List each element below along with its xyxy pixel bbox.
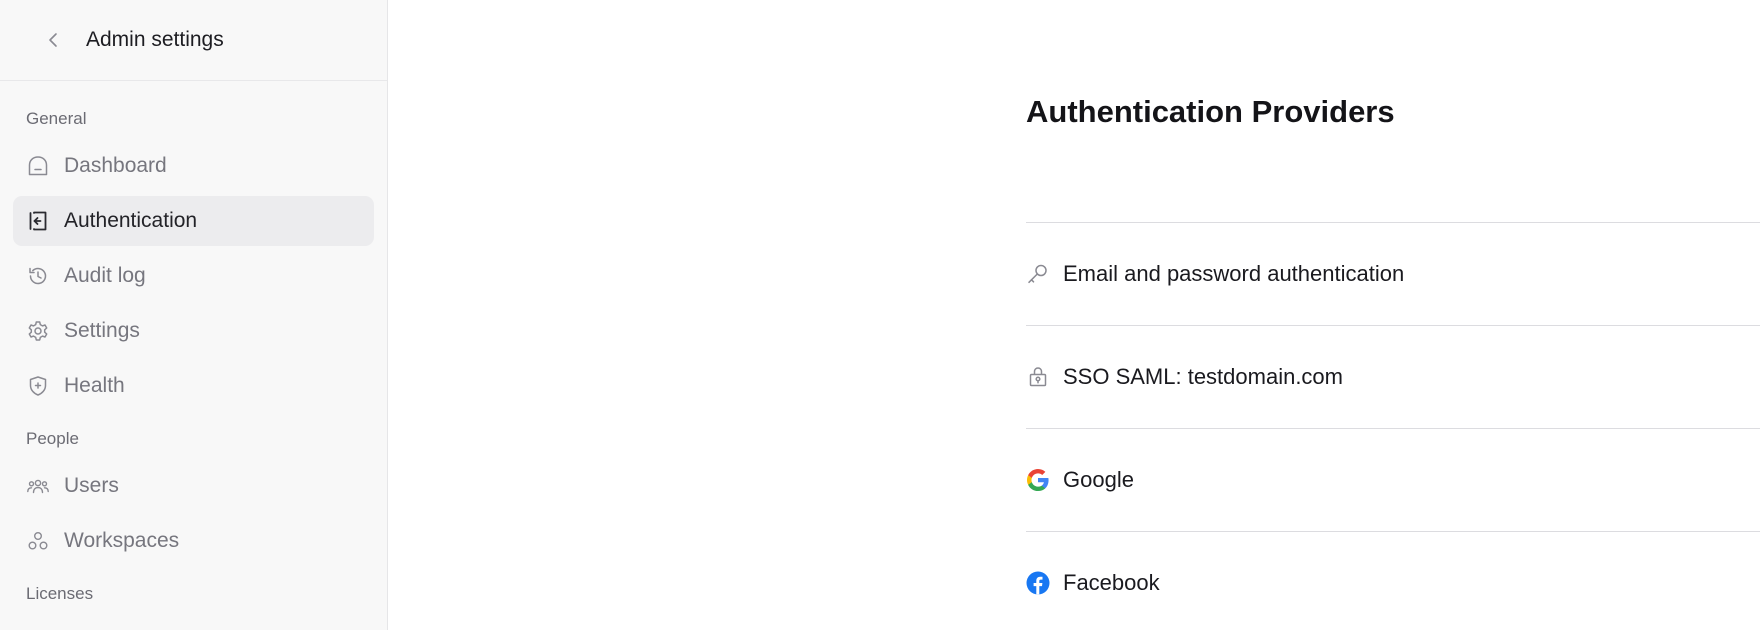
section-label-general: General [26, 109, 87, 128]
sidebar-item-workspaces[interactable]: Workspaces [13, 516, 374, 566]
google-icon [1026, 468, 1050, 492]
sidebar-item-dashboard[interactable]: Dashboard [13, 141, 374, 191]
shield-icon [26, 374, 50, 398]
sidebar-item-label: Audit log [64, 264, 146, 287]
sign-in-icon [26, 209, 50, 233]
main-content: Authentication Providers Email and passw… [388, 0, 1760, 630]
sidebar-item-audit-log[interactable]: Audit log [13, 251, 374, 301]
sidebar-item-authentication[interactable]: Authentication [13, 196, 374, 246]
sidebar-title: Admin settings [86, 28, 224, 51]
section-label-licenses: Licenses [26, 584, 94, 603]
sidebar-item-health[interactable]: Health [13, 361, 374, 411]
sidebar-item-label: Authentication [64, 209, 198, 232]
sidebar-item-users[interactable]: Users [13, 461, 374, 511]
sidebar-item-label: Settings [64, 319, 140, 342]
provider-row-email-password[interactable]: Email and password authentication [1026, 222, 1760, 325]
provider-row-facebook[interactable]: Facebook [1026, 531, 1760, 630]
sidebar-item-label: Workspaces [64, 529, 180, 552]
app-root: Admin settings General Dashboard Authent… [0, 0, 1760, 630]
sidebar: Admin settings General Dashboard Authent… [0, 0, 388, 630]
sidebar-item-label: Dashboard [64, 154, 167, 177]
workspaces-icon [26, 529, 50, 553]
chevron-left-icon [49, 33, 57, 47]
provider-row-sso-saml[interactable]: SSO SAML: testdomain.com [1026, 325, 1760, 428]
users-icon [26, 474, 50, 498]
provider-label: SSO SAML: testdomain.com [1063, 364, 1343, 389]
sidebar-header: Admin settings [0, 0, 387, 81]
page-title: Authentication Providers [1026, 94, 1395, 129]
dashboard-icon [26, 154, 50, 178]
key-icon [1026, 262, 1050, 286]
provider-label: Facebook [1063, 570, 1160, 595]
provider-label: Google [1063, 467, 1134, 492]
lock-icon [1026, 365, 1050, 389]
facebook-icon [1026, 571, 1050, 595]
sidebar-item-label: Health [64, 374, 125, 397]
sidebar-item-settings[interactable]: Settings [13, 306, 374, 356]
provider-row-google[interactable]: Google [1026, 428, 1760, 531]
provider-list: Email and password authentication SSO SA… [1026, 222, 1760, 630]
sidebar-item-label: Users [64, 474, 119, 497]
provider-label: Email and password authentication [1063, 261, 1405, 286]
history-icon [26, 264, 50, 288]
back-button[interactable] [42, 29, 64, 51]
section-label-people: People [26, 429, 79, 448]
gear-icon [26, 319, 50, 343]
